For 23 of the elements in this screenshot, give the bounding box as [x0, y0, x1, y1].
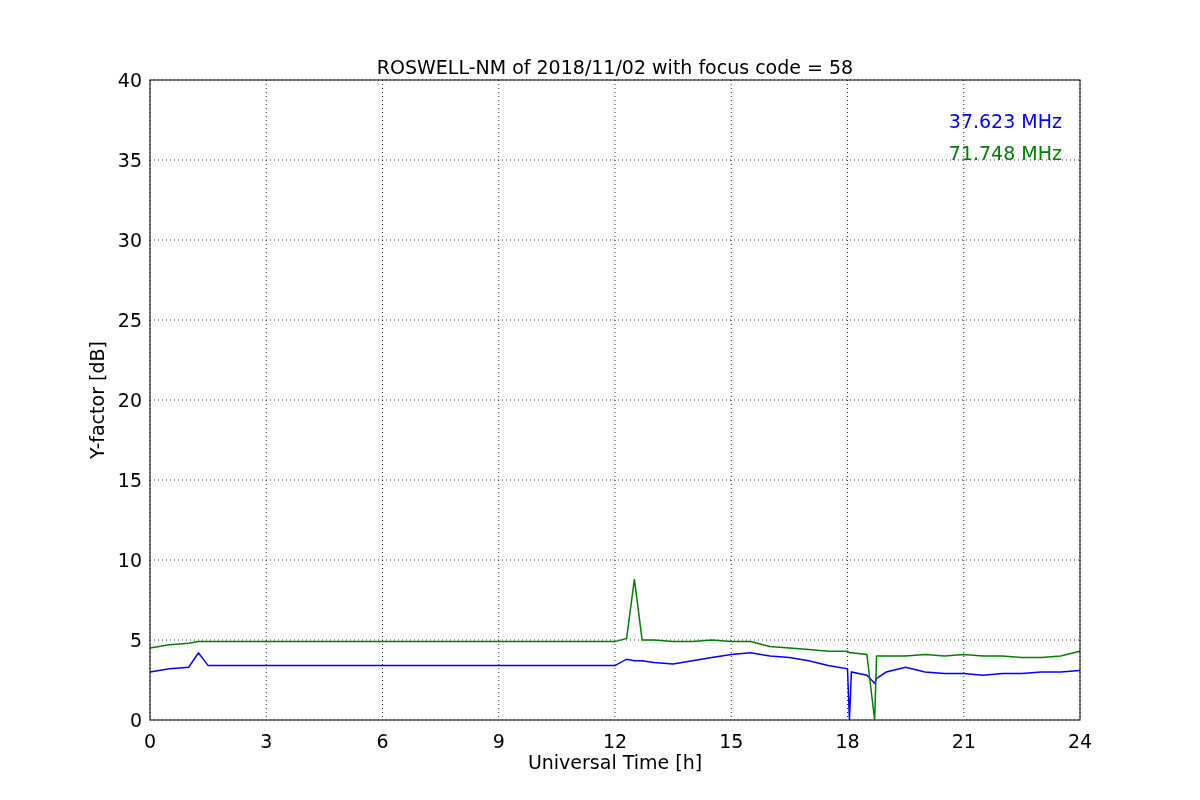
y-tick-label: 0	[129, 709, 142, 731]
x-axis-label: Universal Time [h]	[527, 751, 703, 773]
y-tick-label: 40	[117, 69, 142, 91]
y-axis-label: Y-factor [dB]	[86, 341, 108, 459]
legend-label: 71.748 MHz	[948, 142, 1062, 164]
x-tick-label: 18	[835, 730, 860, 752]
x-tick-label: 12	[602, 730, 628, 752]
y-tick-label: 5	[129, 629, 142, 651]
y-tick-label: 30	[117, 229, 142, 251]
x-tick-label: 9	[492, 730, 505, 752]
y-tick-label: 20	[117, 389, 142, 411]
y-tick-label: 35	[117, 149, 142, 171]
y-tick-label: 10	[117, 549, 142, 571]
x-tick-label: 21	[951, 730, 976, 752]
x-tick-label: 3	[260, 730, 273, 752]
x-tick-label: 0	[143, 730, 157, 752]
legend-label: 37.623 MHz	[948, 110, 1062, 132]
x-tick-label: 6	[376, 730, 389, 752]
x-tick-label: 15	[719, 730, 744, 752]
y-tick-label: 15	[117, 469, 142, 491]
x-tick-label: 24	[1067, 730, 1093, 752]
chart-title: ROSWELL-NM of 2018/11/02 with focus code = 58	[376, 56, 854, 78]
y-tick-label: 25	[117, 309, 142, 331]
